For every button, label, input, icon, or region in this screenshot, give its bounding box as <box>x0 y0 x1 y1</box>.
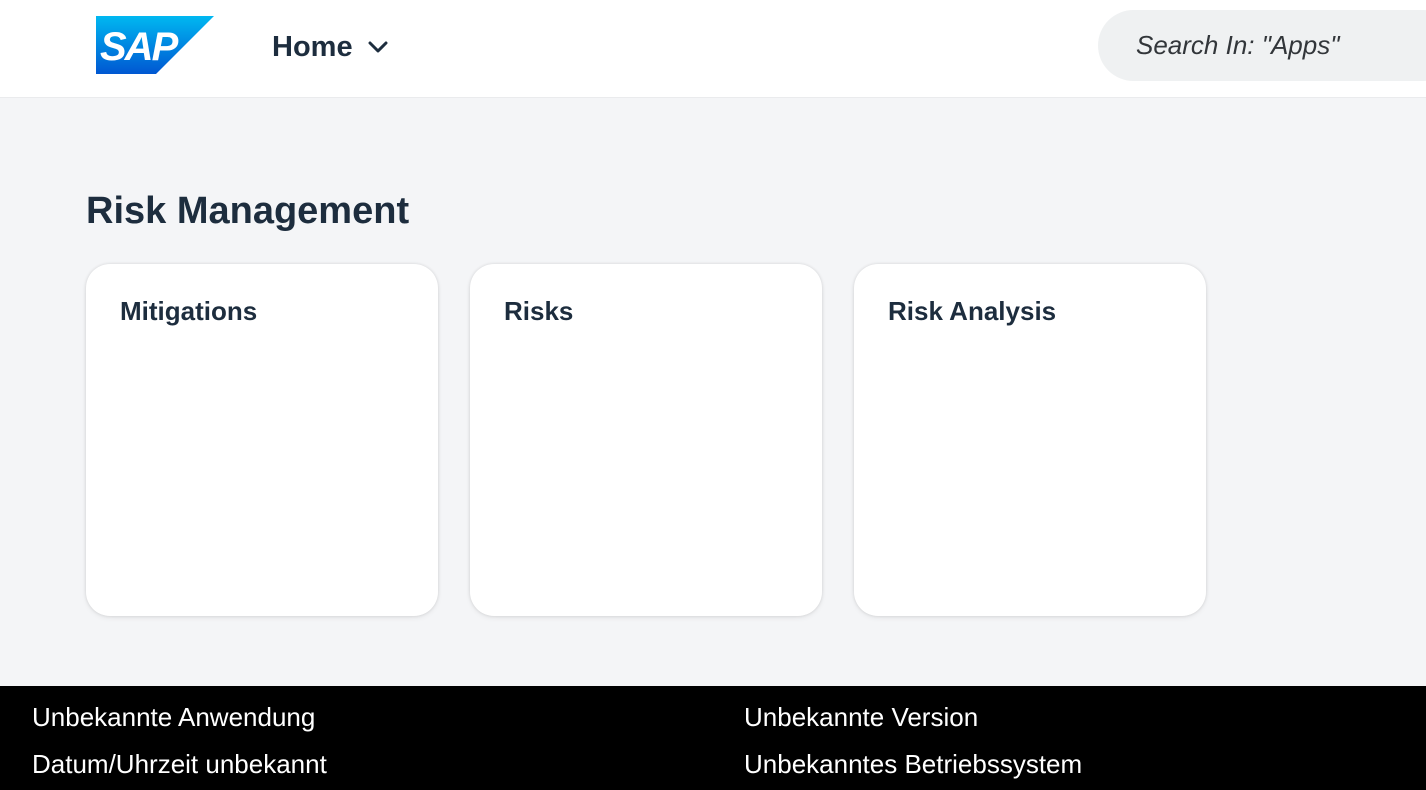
tile-title: Risks <box>504 296 574 326</box>
chevron-down-icon <box>367 36 389 58</box>
tile-risks[interactable]: Risks <box>470 264 822 616</box>
search-field[interactable] <box>1098 10 1426 81</box>
footer-datetime: Datum/Uhrzeit unbekannt <box>32 749 327 779</box>
tile-risk-analysis[interactable]: Risk Analysis <box>854 264 1206 616</box>
tile-title: Risk Analysis <box>888 296 1057 326</box>
footer-info-bar: Unbekannte Anwendung Datum/Uhrzeit unbek… <box>0 686 1426 790</box>
search-input[interactable] <box>1134 29 1426 62</box>
footer-os: Unbekanntes Betriebssystem <box>744 749 1083 779</box>
page-title: Home <box>272 30 353 63</box>
tile-title: Mitigations <box>120 296 258 326</box>
sap-logo[interactable]: SAP <box>96 16 214 74</box>
tile-container: Mitigations Risks Risk Analysis <box>86 264 1206 616</box>
footer-version: Unbekannte Version <box>744 702 979 732</box>
home-menu-button[interactable]: Home <box>272 27 389 67</box>
svg-text:SAP: SAP <box>100 25 179 69</box>
footer-application: Unbekannte Anwendung <box>32 702 316 732</box>
shell-bar: SAP Home <box>0 0 1426 97</box>
group-title: Risk Management <box>86 190 410 232</box>
sap-logo-icon: SAP <box>96 16 214 74</box>
tile-mitigations[interactable]: Mitigations <box>86 264 438 616</box>
